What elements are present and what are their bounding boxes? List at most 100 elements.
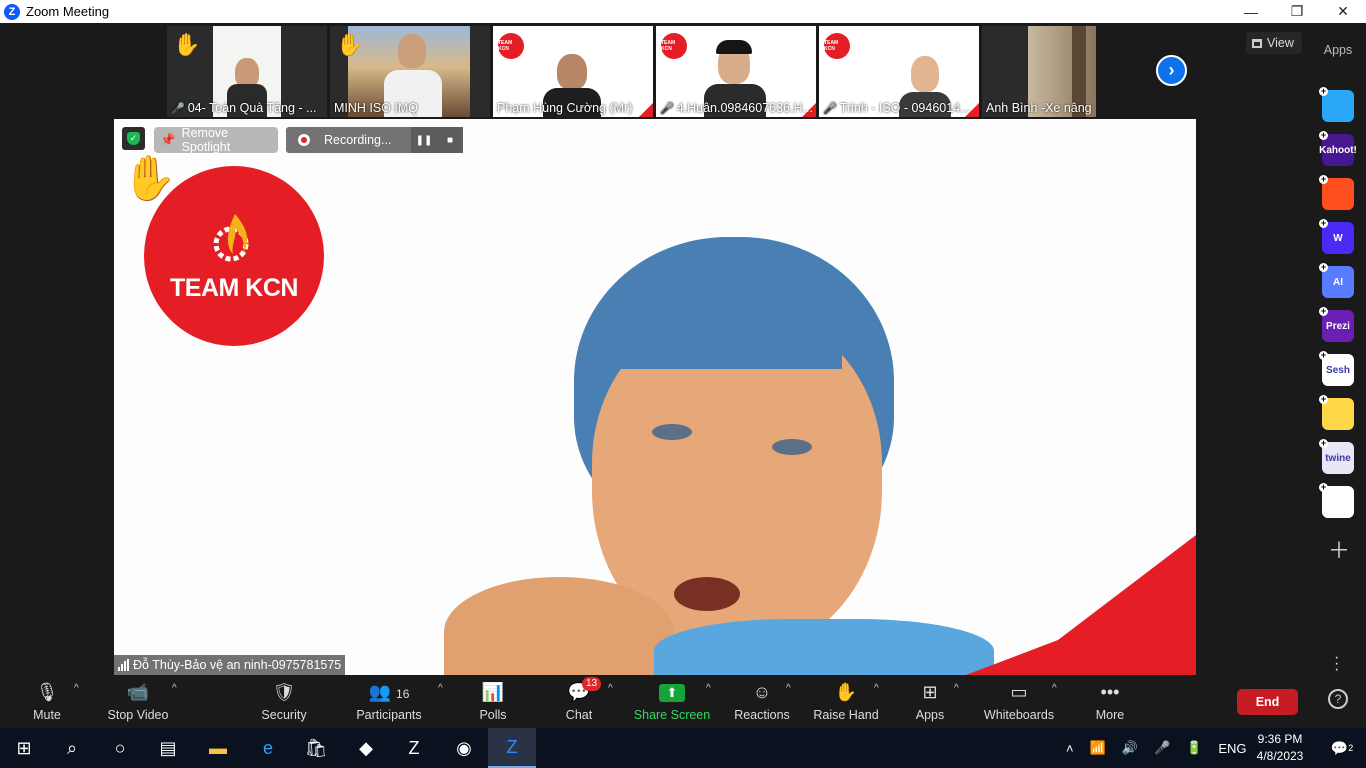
chat-unread-badge: 13 [582,677,602,691]
participant-thumbnail[interactable]: ✋ 🎤 04- Toàn Quà Tặng - ... [167,26,327,117]
chevron-up-icon[interactable]: ^ [74,683,79,694]
chevron-up-icon[interactable]: ^ [438,683,443,694]
search-icon[interactable]: ⌕ [48,728,96,768]
volume-icon[interactable]: 🔊 [1122,740,1138,756]
participant-thumbnail[interactable]: ✋ MINH ISO IMQ [330,26,490,117]
chevron-up-icon[interactable]: ^ [608,683,613,694]
share-screen-button[interactable]: ⬆ Share Screen [634,675,710,728]
store-icon[interactable]: 🛍 [292,728,340,768]
end-meeting-button[interactable]: End [1237,689,1298,715]
more-button[interactable]: ••• More [1094,675,1126,728]
maximize-button[interactable]: ❐ [1274,0,1320,23]
zoom-taskbar-icon[interactable]: Z [488,728,536,768]
participant-thumbnail[interactable]: TEAM KCN 🎤 4.Huân.0984607636.H... [656,26,816,117]
mute-button[interactable]: 🎙 Mute [24,675,70,728]
app-prezi-icon[interactable]: Prezi + [1319,306,1354,342]
participants-count: 16 [396,687,410,701]
chat-button[interactable]: 💬 13 Chat [562,675,602,728]
apps-button[interactable]: ⊞ Apps [912,675,948,728]
add-plus-icon: + [1319,218,1328,228]
app-emoji-icon[interactable]: + [1319,395,1354,430]
record-dot-icon [298,134,310,146]
close-button[interactable]: ✕ [1320,0,1366,23]
whiteboards-button[interactable]: ▭ Whiteboards [984,675,1054,728]
help-icon[interactable]: ? [1328,689,1348,709]
add-plus-icon: + [1319,306,1328,316]
chevron-up-icon[interactable]: ^ [786,683,791,694]
app-wooclap-icon[interactable]: W + [1319,218,1354,254]
more-dots-icon: ••• [1100,682,1120,702]
speaker-name: Đỗ Thùy-Bảo vệ an ninh-0975781575 [133,658,342,672]
participants-button[interactable]: 👥 16 Participants [356,675,422,728]
app-confluent-icon[interactable]: + [1319,174,1354,210]
reactions-button[interactable]: ☺ Reactions [734,675,790,728]
polls-button[interactable]: 📊 Polls [476,675,510,728]
pause-recording-button[interactable]: ❚❚ [411,127,437,153]
raise-hand-button[interactable]: ✋ Raise Hand [813,675,878,728]
app-pointer-icon[interactable]: + [1319,86,1354,122]
clock[interactable]: 9:36 PM 4/8/2023 [1255,731,1305,765]
zoom-logo-icon: Z [4,3,20,20]
meeting-toolbar: 🎙 Mute ^ 📹 Stop Video ^ 🛡 Security 👥 16 … [0,675,1366,728]
zalo-icon[interactable]: Z [390,728,438,768]
apps-icon: ⊞ [922,682,938,702]
team-kcn-logo-icon: TEAM KCN [661,33,687,59]
add-plus-icon: + [1319,174,1328,184]
cortana-icon[interactable]: ○ [96,728,144,768]
security-button[interactable]: 🛡 Security [258,675,310,728]
edge-browser-icon[interactable]: e [244,728,292,768]
participant-thumbnail[interactable]: Anh Bình -Xe nâng [982,26,1096,117]
wifi-icon[interactable]: 📶 [1090,740,1106,756]
add-plus-icon: + [1319,86,1328,96]
next-page-arrow-icon[interactable]: › [1156,55,1187,86]
stop-recording-button[interactable]: ■ [437,127,463,153]
windows-start-icon[interactable]: ⊞ [0,728,48,768]
muted-mic-icon: 🎤 [660,103,674,115]
apps-sidebar: Apps + Kahoot! + + W + AI + Prezi + Sesh + + twine + + … [1310,23,1366,678]
chevron-up-icon[interactable]: ^ [172,683,177,694]
app-icon[interactable]: ◆ [342,728,390,768]
add-app-icon[interactable]: ＋ [1328,533,1350,565]
windows-taskbar: ⊞ ⌕ ○ ▤ ▬ e 🛍 ◆ Z ◉ Z ˄ 📶 🔊 🎤 🔋 ENG 9:36… [0,728,1366,768]
chrome-icon[interactable]: ◉ [440,728,488,768]
window-title: Zoom Meeting [26,4,110,19]
background-red-swoosh [966,535,1196,675]
stop-video-button[interactable]: 📹 Stop Video [104,675,172,728]
chevron-up-icon[interactable]: ^ [954,683,959,694]
remove-spotlight-button[interactable]: 📌 Remove Spotlight [154,126,278,154]
hand-icon: ✋ [834,682,858,702]
security-shield-icon[interactable]: ✓ [122,127,145,150]
add-plus-icon: + [1319,130,1328,140]
view-button[interactable]: View [1246,32,1302,54]
more-options-icon[interactable]: · · · [1334,650,1339,678]
participant-name: Anh Bình -Xe nâng [986,101,1092,115]
app-kahoot-icon[interactable]: Kahoot! + [1319,130,1357,166]
language-indicator[interactable]: ENG [1218,741,1246,756]
participant-name: 4.Huân.0984607636.H... [676,101,813,115]
chevron-up-icon[interactable]: ^ [874,683,879,694]
participant-thumbnail[interactable]: TEAM KCN 🎤 Trinh - ISO - 0946014... [819,26,979,117]
notifications-icon[interactable]: 💬 2 [1318,728,1366,768]
chevron-up-icon[interactable]: ^ [1052,683,1057,694]
team-kcn-logo-icon: TEAM KCN [498,33,524,59]
polls-icon: 📊 [481,682,505,702]
task-view-icon[interactable]: ▤ [144,728,192,768]
chevron-up-icon[interactable]: ^ [706,683,711,694]
add-plus-icon: + [1319,482,1328,492]
microphone-tray-icon[interactable]: 🎤 [1154,740,1170,756]
clock-date: 4/8/2023 [1256,749,1304,763]
file-explorer-icon[interactable]: ▬ [194,728,242,768]
app-twine-icon[interactable]: twine + [1319,439,1354,474]
minimize-button[interactable]: — [1228,0,1274,23]
emoji-add-icon: ☺ [752,682,772,702]
app-sesh-icon[interactable]: Sesh + [1319,351,1354,386]
app-ai-icon[interactable]: AI + [1319,263,1354,298]
pin-icon: 📌 [160,132,176,147]
participant-thumbnail[interactable]: TEAM KCN Phạm Hùng Cường (Mr) [493,26,653,117]
battery-icon[interactable]: 🔋 [1186,740,1202,756]
apps-panel-title: Apps [1323,43,1353,57]
signal-strength-icon [118,659,129,671]
whiteboard-icon: ▭ [1010,682,1028,702]
app-grid-icon[interactable]: + [1319,482,1354,518]
chevron-up-icon[interactable]: ˄ [1066,741,1074,756]
